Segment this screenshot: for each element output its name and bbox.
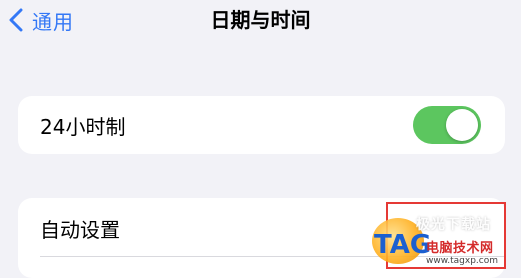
page-title: 日期与时间 <box>210 8 311 32</box>
toggle-knob <box>446 109 478 141</box>
watermark-line1: 极光下载站 <box>416 217 491 233</box>
watermark-logo-text: TAG <box>374 230 432 260</box>
settings-group-24hour: 24小时制 <box>18 96 505 154</box>
setting-row-24-hour: 24小时制 <box>18 96 505 154</box>
watermark: TAG 极光下载站 电脑技术网 www.tagxp.com <box>368 214 518 269</box>
watermark-line2: 电脑技术网 <box>426 241 494 256</box>
24-hour-toggle[interactable] <box>413 106 481 144</box>
setting-label-auto-set: 自动设置 <box>40 218 120 242</box>
navigation-bar: 通用 日期与时间 <box>0 0 521 44</box>
watermark-url: www.tagxp.com <box>426 256 498 266</box>
setting-label-24-hour: 24小时制 <box>40 114 126 139</box>
